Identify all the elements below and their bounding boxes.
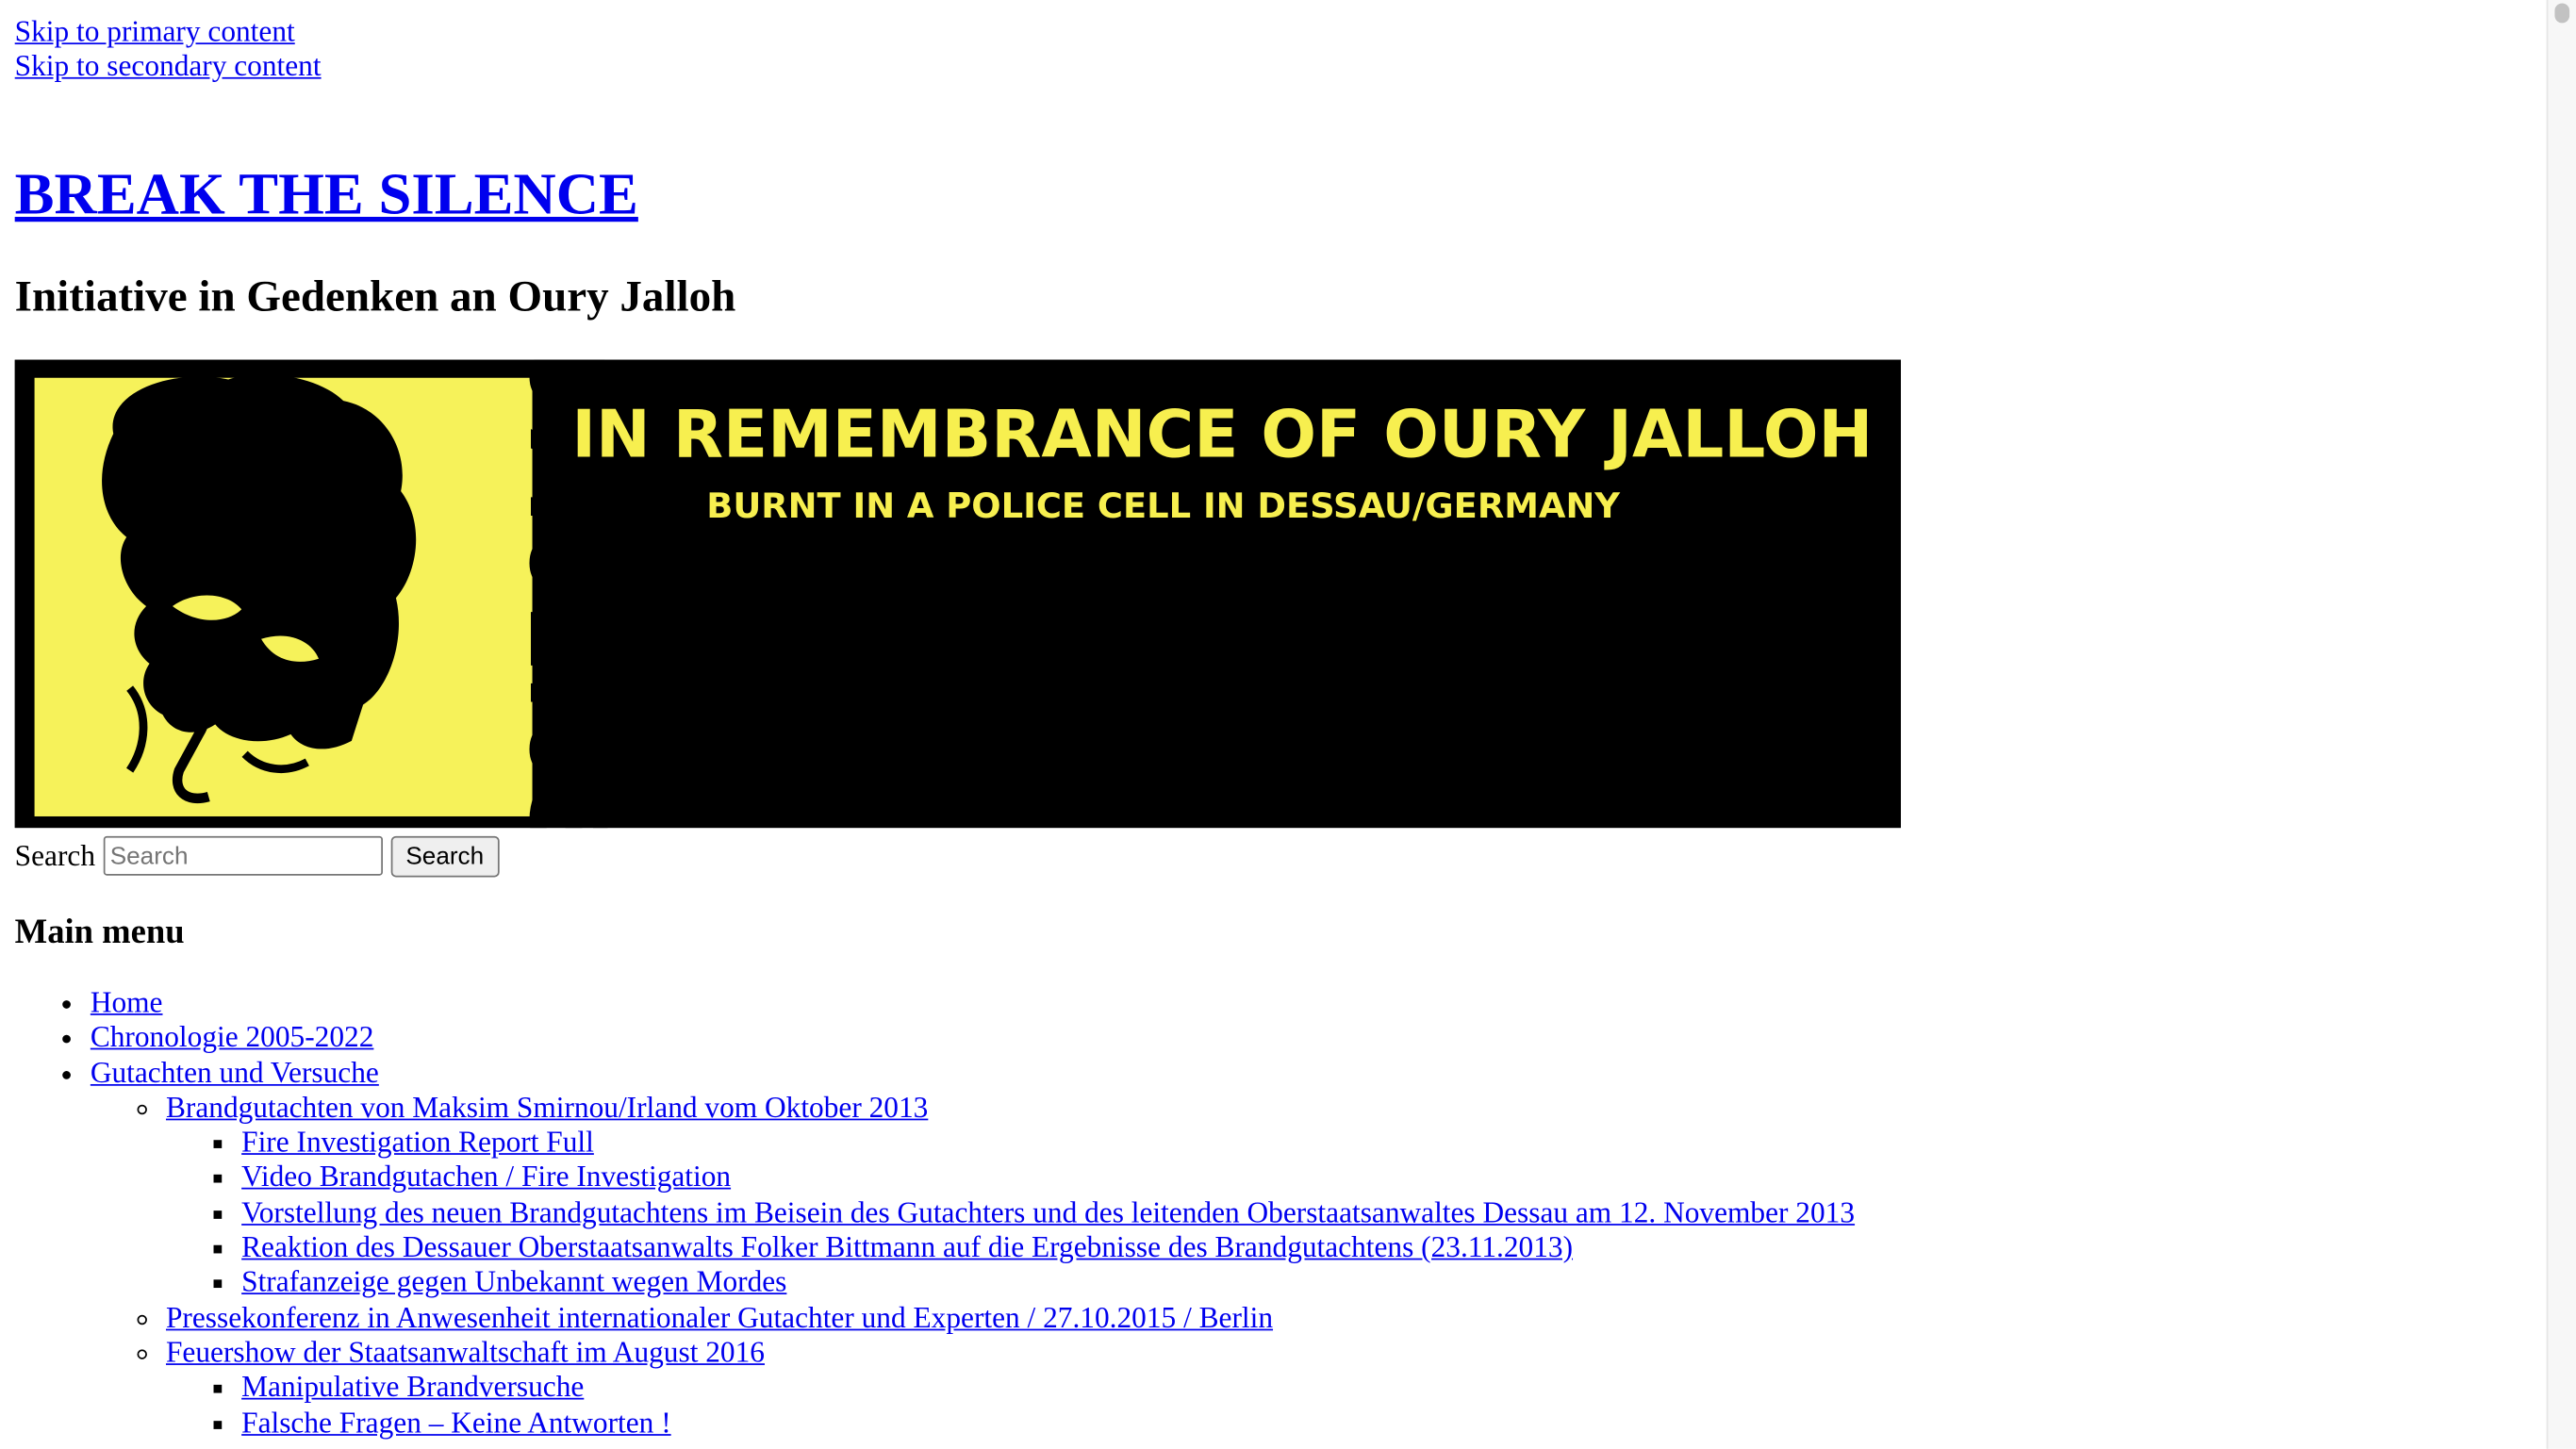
skip-to-secondary-link[interactable]: Skip to secondary content <box>15 49 322 84</box>
menu-link-fire-report[interactable]: Fire Investigation Report Full <box>241 1126 594 1159</box>
menu-item-fire-report: Fire Investigation Report Full <box>241 1126 1855 1161</box>
menu-item-vorstellung: Vorstellung des neuen Brandgutachtens im… <box>241 1195 1855 1230</box>
menu-link-vorstellung[interactable]: Vorstellung des neuen Brandgutachtens im… <box>241 1195 1855 1228</box>
menu-link-chronologie[interactable]: Chronologie 2005-2022 <box>91 1021 374 1054</box>
header-banner-image: 07.01.05 IN REMEMBRANCE OF OURY JALLOH B… <box>14 340 1901 859</box>
scrollbar-thumb[interactable] <box>2554 3 2570 24</box>
menu-item-feuershow: Feuershow der Staatsanwaltschaft im Augu… <box>166 1336 1855 1441</box>
menu-link-strafanzeige[interactable]: Strafanzeige gegen Unbekannt wegen Morde… <box>241 1265 786 1298</box>
submenu-brandgutachten: Fire Investigation Report Full Video Bra… <box>166 1126 1855 1301</box>
search-label: Search <box>14 838 96 872</box>
banner-headline: IN REMEMBRANCE OF OURY JALLOH <box>571 396 1873 472</box>
search-form: Search Search <box>15 834 499 877</box>
menu-item-chronologie: Chronologie 2005-2022 <box>91 1021 1855 1056</box>
site-description: Initiative in Gedenken an Oury Jalloh <box>14 271 736 321</box>
menu-link-pressekonferenz[interactable]: Pressekonferenz in Anwesenheit internati… <box>166 1300 1273 1333</box>
submenu-gutachten: Brandgutachten von Maksim Smirnou/Irland… <box>91 1091 1855 1441</box>
main-menu: Home Chronologie 2005-2022 Gutachten und… <box>15 985 1855 1440</box>
menu-link-reaktion[interactable]: Reaktion des Dessauer Oberstaatsanwalts … <box>241 1230 1573 1263</box>
menu-item-falsche-fragen: Falsche Fragen – Keine Antworten ! <box>241 1406 1855 1441</box>
search-input[interactable] <box>103 835 383 876</box>
menu-item-video-brandgutachen: Video Brandgutachen / Fire Investigation <box>241 1161 1855 1195</box>
menu-link-feuershow[interactable]: Feuershow der Staatsanwaltschaft im Augu… <box>166 1336 765 1369</box>
menu-item-brandgutachten: Brandgutachten von Maksim Smirnou/Irland… <box>166 1091 1855 1301</box>
menu-link-manipulative[interactable]: Manipulative Brandversuche <box>241 1371 584 1404</box>
page: Skip to primary content Skip to secondar… <box>0 0 2576 1449</box>
menu-link-gutachten[interactable]: Gutachten und Versuche <box>91 1056 379 1089</box>
submenu-feuershow: Manipulative Brandversuche Falsche Frage… <box>166 1371 1855 1441</box>
menu-item-gutachten: Gutachten und Versuche Brandgutachten vo… <box>91 1056 1855 1441</box>
skip-links: Skip to primary content Skip to secondar… <box>15 15 322 84</box>
site-title: BREAK THE SILENCE <box>15 157 638 230</box>
menu-item-reaktion: Reaktion des Dessauer Oberstaatsanwalts … <box>241 1230 1855 1265</box>
main-menu-list: Home Chronologie 2005-2022 Gutachten und… <box>15 985 1855 1440</box>
banner-subline: BURNT IN A POLICE CELL IN DESSAU/GERMANY <box>706 486 1620 526</box>
menu-item-manipulative: Manipulative Brandversuche <box>241 1371 1855 1406</box>
menu-item-home: Home <box>91 985 1855 1020</box>
banner-graphic: 07.01.05 IN REMEMBRANCE OF OURY JALLOH B… <box>14 340 1901 859</box>
menu-link-video-brandgutachen[interactable]: Video Brandgutachen / Fire Investigation <box>241 1161 731 1194</box>
site-title-link[interactable]: BREAK THE SILENCE <box>15 161 638 227</box>
skip-to-primary-link[interactable]: Skip to primary content <box>15 15 322 50</box>
vertical-scrollbar[interactable] <box>2546 0 2576 1449</box>
menu-item-strafanzeige: Strafanzeige gegen Unbekannt wegen Morde… <box>241 1265 1855 1300</box>
menu-link-home[interactable]: Home <box>91 985 163 1018</box>
menu-item-pressekonferenz: Pressekonferenz in Anwesenheit internati… <box>166 1300 1855 1335</box>
menu-link-brandgutachten[interactable]: Brandgutachten von Maksim Smirnou/Irland… <box>166 1091 928 1124</box>
search-button[interactable]: Search <box>390 835 499 877</box>
menu-link-falsche-fragen[interactable]: Falsche Fragen – Keine Antworten ! <box>241 1406 671 1439</box>
main-menu-heading: Main menu <box>14 912 185 951</box>
